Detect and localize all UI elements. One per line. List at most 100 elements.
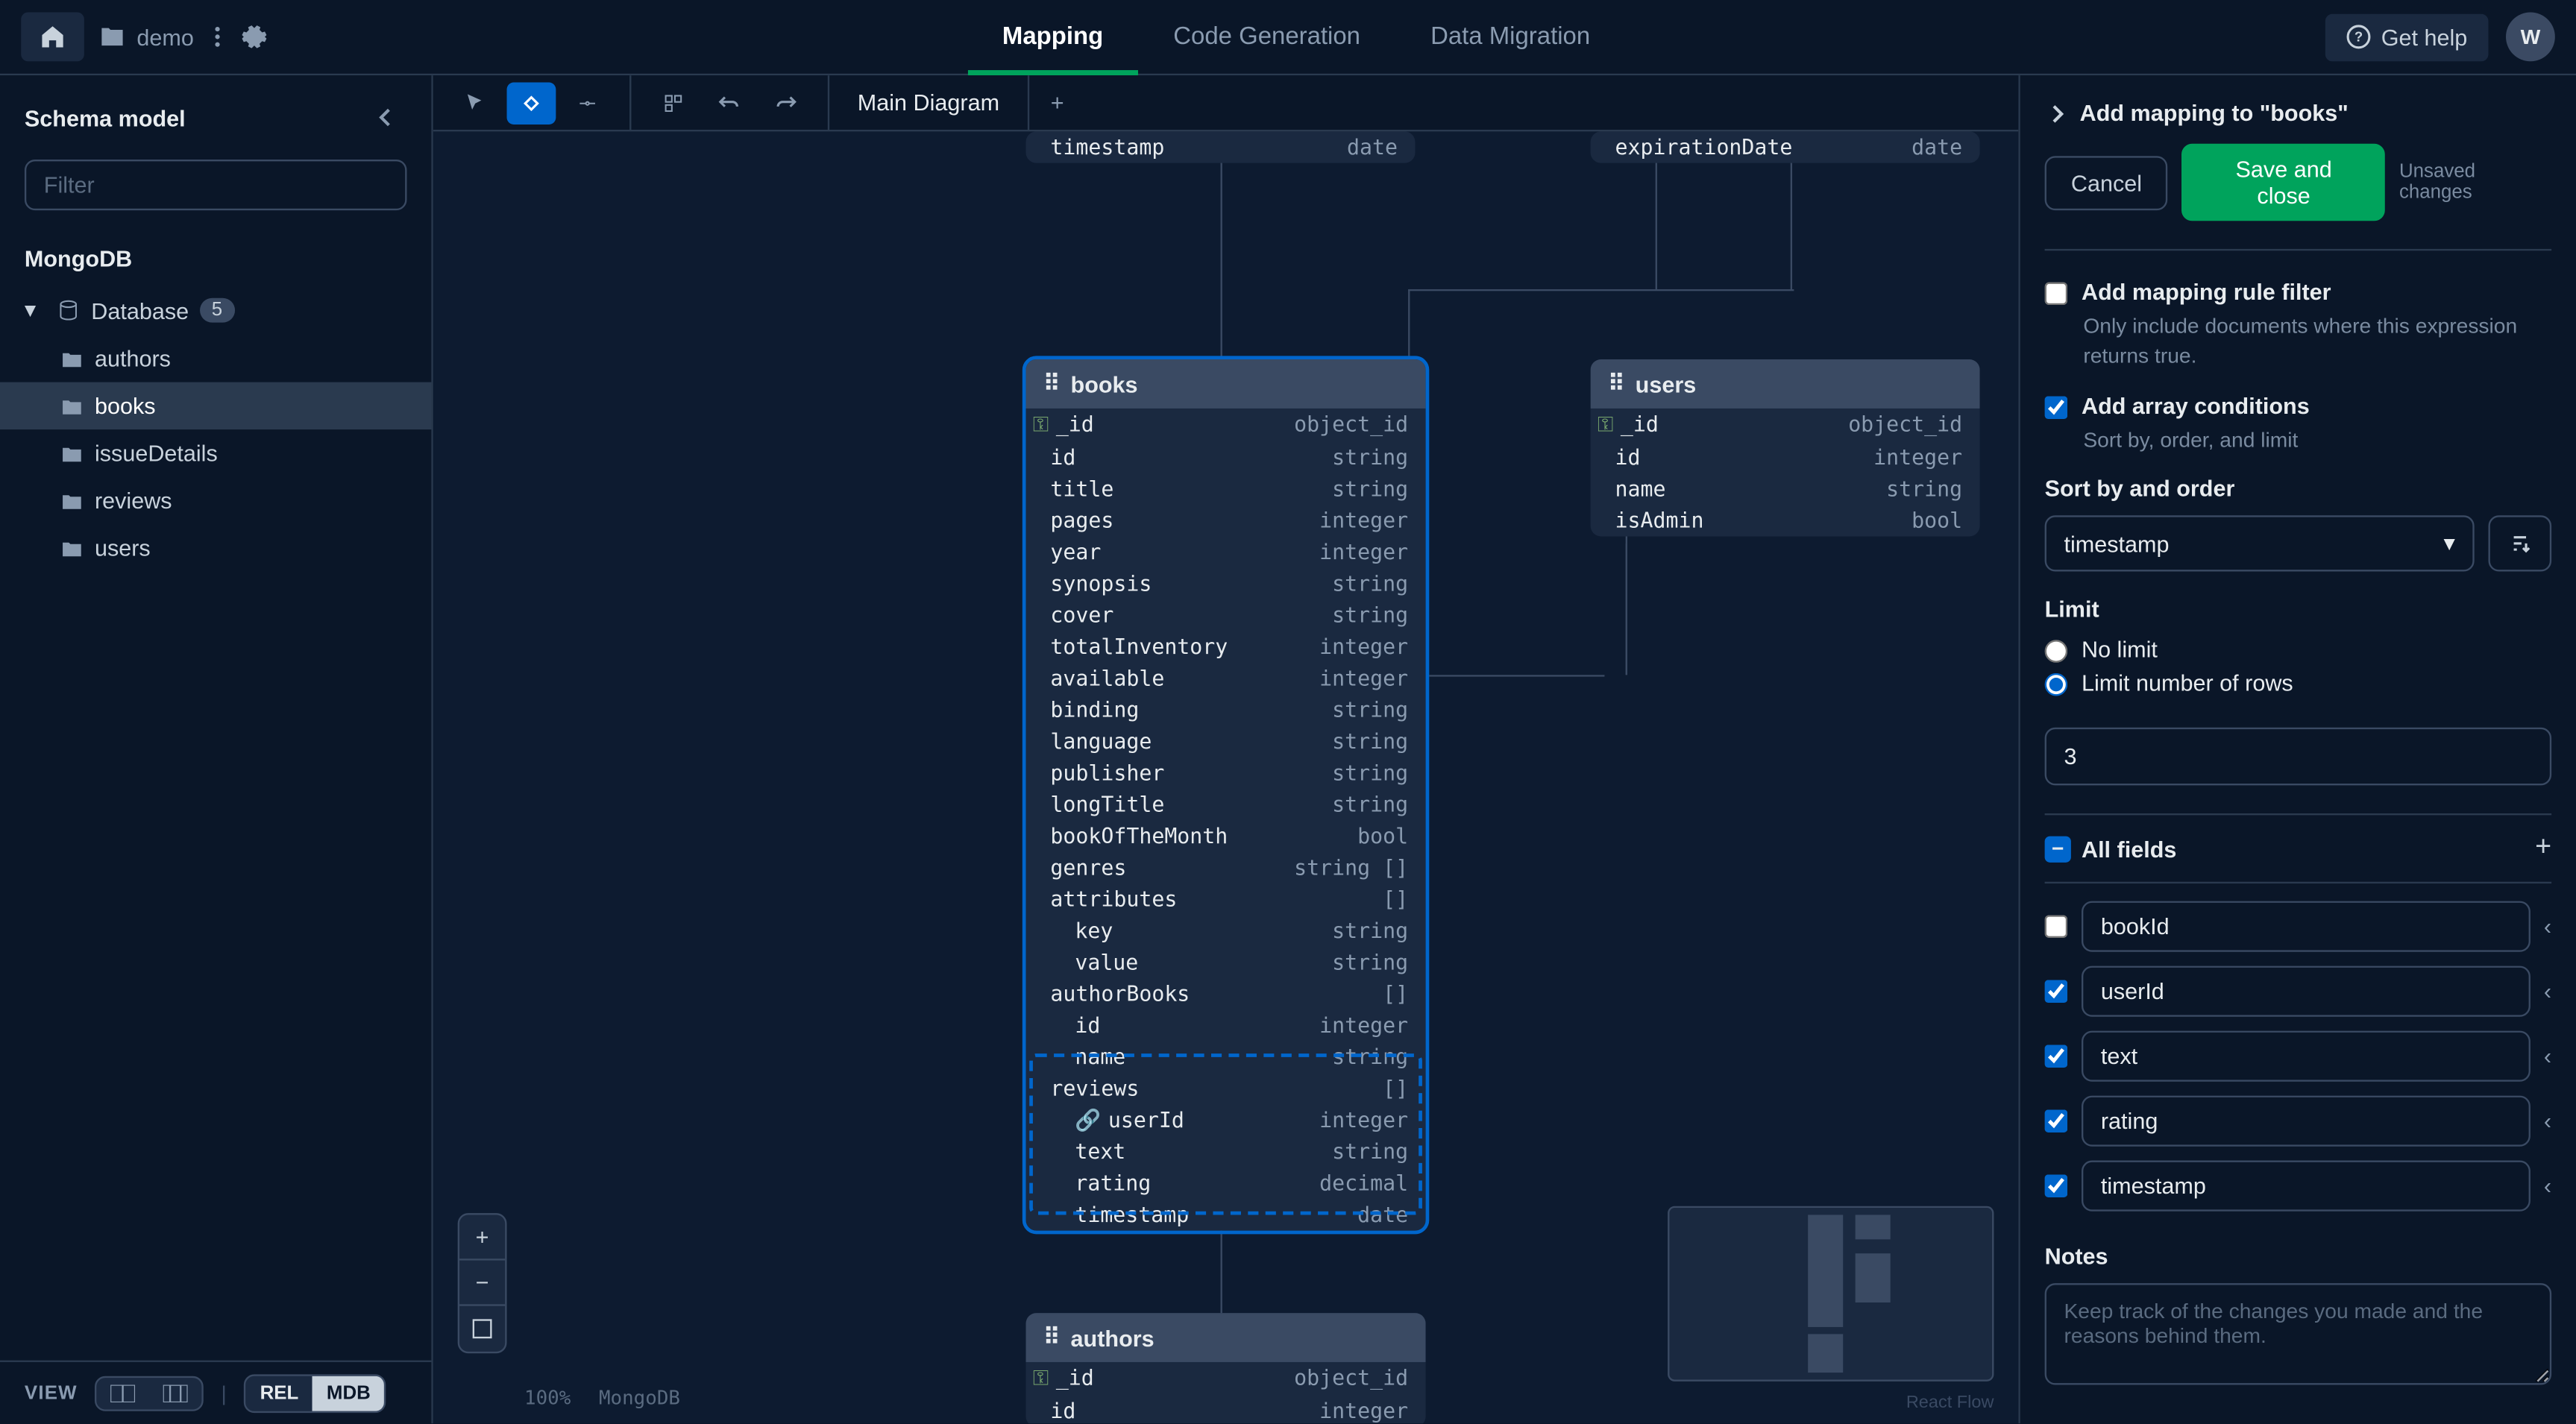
entity-field[interactable]: synopsisstring — [1026, 568, 1426, 599]
chevron-right-icon[interactable] — [2045, 101, 2070, 125]
add-field-button[interactable]: + — [2535, 834, 2551, 865]
entity-field[interactable]: bookOfTheMonthbool — [1026, 820, 1426, 851]
field-name-input[interactable] — [2082, 1031, 2530, 1082]
tab-data-migration[interactable]: Data Migration — [1395, 0, 1625, 75]
view-relational[interactable]: REL — [246, 1376, 312, 1411]
chevron-left-icon[interactable]: ‹ — [2544, 1044, 2551, 1070]
entity-field[interactable]: ⚿_idobject_id — [1591, 409, 1980, 442]
entity-field[interactable]: ratingdecimal — [1026, 1168, 1426, 1199]
limit-value-input[interactable] — [2045, 728, 2552, 787]
tab-code-generation[interactable]: Code Generation — [1138, 0, 1395, 75]
entity-users[interactable]: ⠿users ⚿_idobject_ididintegernamestringi… — [1591, 359, 1980, 536]
field-name-input[interactable] — [2082, 966, 2530, 1017]
field-checkbox[interactable] — [2045, 1110, 2068, 1133]
filter-checkbox[interactable] — [2045, 283, 2068, 306]
entity-field[interactable]: idinteger — [1026, 1009, 1426, 1041]
entity-field[interactable]: valuestring — [1026, 947, 1426, 978]
entity-field[interactable]: namestring — [1591, 473, 1980, 505]
array-conditions-checkbox[interactable] — [2045, 395, 2068, 418]
chevron-left-icon[interactable]: ‹ — [2544, 914, 2551, 940]
cursor-tool[interactable] — [450, 81, 500, 123]
cancel-button[interactable]: Cancel — [2045, 155, 2169, 209]
panel-title: Add mapping to "books" — [2080, 100, 2349, 126]
chevron-left-icon[interactable]: ‹ — [2544, 1173, 2551, 1200]
no-limit-radio[interactable] — [2045, 640, 2068, 664]
entity-field[interactable]: yearinteger — [1026, 536, 1426, 567]
entity-field[interactable]: idinteger — [1026, 1396, 1426, 1424]
chevron-left-icon[interactable]: ‹ — [2544, 979, 2551, 1005]
collapse-sidebar-button[interactable] — [365, 96, 406, 138]
entity-field[interactable]: bindingstring — [1026, 694, 1426, 725]
entity-truncated-top-right[interactable]: expirationDatedate — [1591, 131, 1980, 163]
entity-field[interactable]: 🔗userIdinteger — [1026, 1104, 1426, 1135]
get-help-button[interactable]: ? Get help — [2325, 13, 2488, 60]
entity-field[interactable]: pagesinteger — [1026, 505, 1426, 536]
notes-textarea[interactable] — [2045, 1284, 2552, 1385]
view-split-horizontal[interactable] — [97, 1377, 150, 1408]
tree-collection-users[interactable]: users — [0, 524, 431, 571]
field-checkbox[interactable] — [2045, 1045, 2068, 1068]
entity-field[interactable]: longTitlestring — [1026, 789, 1426, 820]
connect-tool[interactable] — [563, 81, 612, 123]
zoom-in-button[interactable]: + — [459, 1215, 505, 1260]
auto-layout-button[interactable] — [649, 81, 698, 123]
entity-field[interactable]: availableinteger — [1026, 663, 1426, 694]
undo-button[interactable] — [705, 81, 754, 123]
chevron-left-icon[interactable]: ‹ — [2544, 1109, 2551, 1135]
entity-truncated-top[interactable]: timestampdate — [1026, 131, 1416, 163]
redo-button[interactable] — [761, 81, 810, 123]
entity-field[interactable]: publisherstring — [1026, 757, 1426, 789]
save-button[interactable]: Save and close — [2182, 144, 2385, 221]
entity-field[interactable]: coverstring — [1026, 599, 1426, 631]
entity-authors[interactable]: ⠿authors ⚿_idobject_ididinteger — [1026, 1313, 1426, 1423]
entity-books[interactable]: ⠿books ⚿_idobject_ididstringtitlestringp… — [1026, 359, 1426, 1231]
field-name-input[interactable] — [2082, 901, 2530, 952]
entity-field[interactable]: totalInventoryinteger — [1026, 631, 1426, 662]
tree-database[interactable]: ▾ Database 5 — [0, 286, 431, 335]
field-row-bookId: ‹ — [2045, 901, 2552, 952]
field-checkbox[interactable] — [2045, 980, 2068, 1004]
entity-field[interactable]: idstring — [1026, 442, 1426, 473]
sort-desc-icon — [2507, 532, 2532, 556]
sort-direction-button[interactable] — [2488, 516, 2551, 572]
move-tool[interactable] — [507, 81, 556, 123]
more-vertical-icon[interactable] — [204, 25, 229, 49]
entity-field[interactable]: keystring — [1026, 915, 1426, 946]
entity-field[interactable]: reviews[] — [1026, 1073, 1426, 1104]
tab-mapping[interactable]: Mapping — [967, 0, 1138, 75]
entity-field[interactable]: attributes[] — [1026, 883, 1426, 915]
all-fields-toggle[interactable]: − All fields + — [2045, 814, 2552, 884]
field-checkbox[interactable] — [2045, 1175, 2068, 1198]
zoom-fit-button[interactable] — [459, 1306, 505, 1352]
filter-input[interactable] — [25, 160, 407, 210]
entity-field[interactable]: timestampdate — [1026, 1199, 1426, 1230]
entity-field[interactable]: idinteger — [1591, 442, 1980, 473]
entity-field[interactable]: titlestring — [1026, 473, 1426, 505]
entity-field[interactable]: isAdminbool — [1591, 505, 1980, 536]
minimap[interactable] — [1668, 1206, 1994, 1382]
field-checkbox[interactable] — [2045, 916, 2068, 939]
tree-collection-reviews[interactable]: reviews — [0, 477, 431, 524]
tree-collection-issueDetails[interactable]: issueDetails — [0, 429, 431, 476]
entity-field[interactable]: languagestring — [1026, 725, 1426, 757]
field-name-input[interactable] — [2082, 1096, 2530, 1147]
entity-field[interactable]: authorBooks[] — [1026, 978, 1426, 1009]
user-avatar[interactable]: W — [2506, 12, 2555, 61]
sort-field-select[interactable]: timestamp ▾ — [2045, 516, 2475, 572]
entity-field[interactable]: textstring — [1026, 1136, 1426, 1168]
entity-field[interactable]: ⚿_idobject_id — [1026, 1362, 1426, 1396]
diagram-tab[interactable]: Main Diagram — [829, 75, 1029, 130]
field-name-input[interactable] — [2082, 1161, 2530, 1212]
home-button[interactable] — [21, 12, 84, 61]
entity-field[interactable]: namestring — [1026, 1042, 1426, 1073]
tree-collection-books[interactable]: books — [0, 382, 431, 429]
entity-field[interactable]: ⚿_idobject_id — [1026, 409, 1426, 442]
zoom-out-button[interactable]: − — [459, 1261, 505, 1306]
add-diagram-button[interactable]: + — [1029, 89, 1085, 116]
entity-field[interactable]: genresstring [] — [1026, 852, 1426, 883]
tree-collection-authors[interactable]: authors — [0, 335, 431, 382]
limit-rows-radio[interactable] — [2045, 674, 2068, 697]
view-mongodb[interactable]: MDB — [312, 1376, 385, 1411]
gear-icon[interactable] — [239, 23, 268, 51]
view-split-vertical[interactable] — [149, 1377, 202, 1408]
